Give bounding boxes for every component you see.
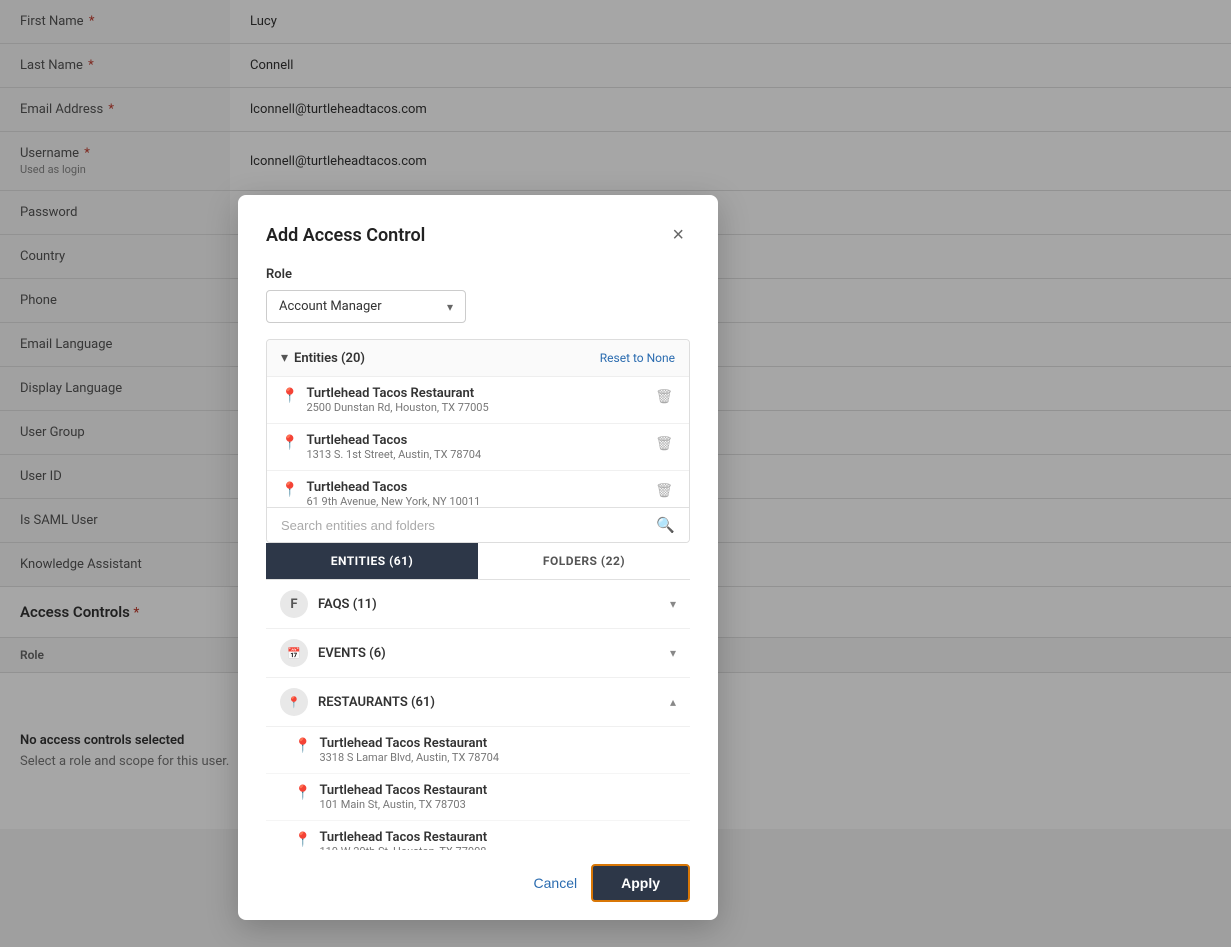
- search-input[interactable]: [281, 518, 648, 533]
- modal-header: Add Access Control ×: [266, 223, 690, 247]
- selected-item: 📍 Turtlehead Tacos 61 9th Avenue, New Yo…: [267, 471, 689, 507]
- chevron-down-icon: ▾: [670, 597, 676, 611]
- modal-footer: Cancel Apply: [266, 850, 690, 920]
- selected-item-info: Turtlehead Tacos Restaurant 2500 Dunstan…: [306, 386, 645, 414]
- delete-entity-button[interactable]: 🗑: [653, 386, 675, 407]
- tab-folders[interactable]: FOLDERS (22): [478, 543, 690, 579]
- location-icon: 📍: [294, 832, 311, 848]
- reset-to-none-link[interactable]: Reset to None: [600, 351, 675, 365]
- selected-items-list: 📍 Turtlehead Tacos Restaurant 2500 Dunst…: [267, 377, 689, 507]
- selected-item-info: Turtlehead Tacos 1313 S. 1st Street, Aus…: [306, 433, 645, 461]
- selected-entities-panel: ▾ Entities (20) Reset to None 📍 Turtlehe…: [266, 339, 690, 543]
- entity-list: F FAQS (11) ▾ 📅 EVENTS (6) ▾ 📍 RESTAURAN…: [266, 580, 690, 850]
- role-label: Role: [266, 267, 690, 282]
- restaurants-group-header[interactable]: 📍 RESTAURANTS (61) ▴: [266, 678, 690, 727]
- chevron-up-icon: ▴: [670, 695, 676, 709]
- role-section: Role Account Manager ▾: [266, 267, 690, 323]
- entity-item: 📍 Turtlehead Tacos Restaurant 3318 S Lam…: [266, 727, 690, 774]
- faqs-group-icon: F: [280, 590, 308, 618]
- selected-panel-title: Entities (20): [294, 351, 365, 366]
- faqs-group-name: FAQS (11): [318, 597, 377, 612]
- location-icon: 📍: [294, 785, 311, 801]
- add-access-control-modal: Add Access Control × Role Account Manage…: [238, 195, 718, 920]
- restaurants-group-name: RESTAURANTS (61): [318, 695, 435, 710]
- role-select-value: Account Manager: [279, 299, 382, 314]
- delete-entity-button[interactable]: 🗑: [653, 480, 675, 501]
- role-select-dropdown[interactable]: Account Manager ▾: [266, 290, 466, 323]
- modal-close-button[interactable]: ×: [666, 223, 690, 247]
- location-icon: 📍: [281, 388, 298, 404]
- search-icon: 🔍: [656, 516, 675, 534]
- location-icon: 📍: [281, 435, 298, 451]
- location-icon: 📍: [294, 738, 311, 754]
- faqs-group-header[interactable]: F FAQS (11) ▾: [266, 580, 690, 629]
- restaurants-group-icon: 📍: [280, 688, 308, 716]
- apply-button[interactable]: Apply: [591, 864, 690, 902]
- events-group-name: EVENTS (6): [318, 646, 386, 661]
- delete-entity-button[interactable]: 🗑: [653, 433, 675, 454]
- chevron-down-icon: ▾: [670, 646, 676, 660]
- selected-item-info: Turtlehead Tacos 61 9th Avenue, New York…: [306, 480, 645, 507]
- tabs-row: ENTITIES (61) FOLDERS (22): [266, 543, 690, 580]
- entity-item: 📍 Turtlehead Tacos Restaurant 101 Main S…: [266, 774, 690, 821]
- entity-item: 📍 Turtlehead Tacos Restaurant 110 W 20th…: [266, 821, 690, 850]
- events-group-header[interactable]: 📅 EVENTS (6) ▾: [266, 629, 690, 678]
- cancel-button[interactable]: Cancel: [534, 875, 578, 891]
- tab-entities[interactable]: ENTITIES (61): [266, 543, 478, 579]
- events-group-icon: 📅: [280, 639, 308, 667]
- modal-title: Add Access Control: [266, 225, 425, 246]
- selected-item: 📍 Turtlehead Tacos Restaurant 2500 Dunst…: [267, 377, 689, 424]
- page-wrapper: First Name * Lucy Last Name * Connell Em…: [0, 0, 1231, 947]
- selected-panel-header: ▾ Entities (20) Reset to None: [267, 340, 689, 377]
- location-icon: 📍: [281, 482, 298, 498]
- search-bar: 🔍: [267, 507, 689, 542]
- selected-item: 📍 Turtlehead Tacos 1313 S. 1st Street, A…: [267, 424, 689, 471]
- chevron-down-icon: ▾: [447, 300, 453, 314]
